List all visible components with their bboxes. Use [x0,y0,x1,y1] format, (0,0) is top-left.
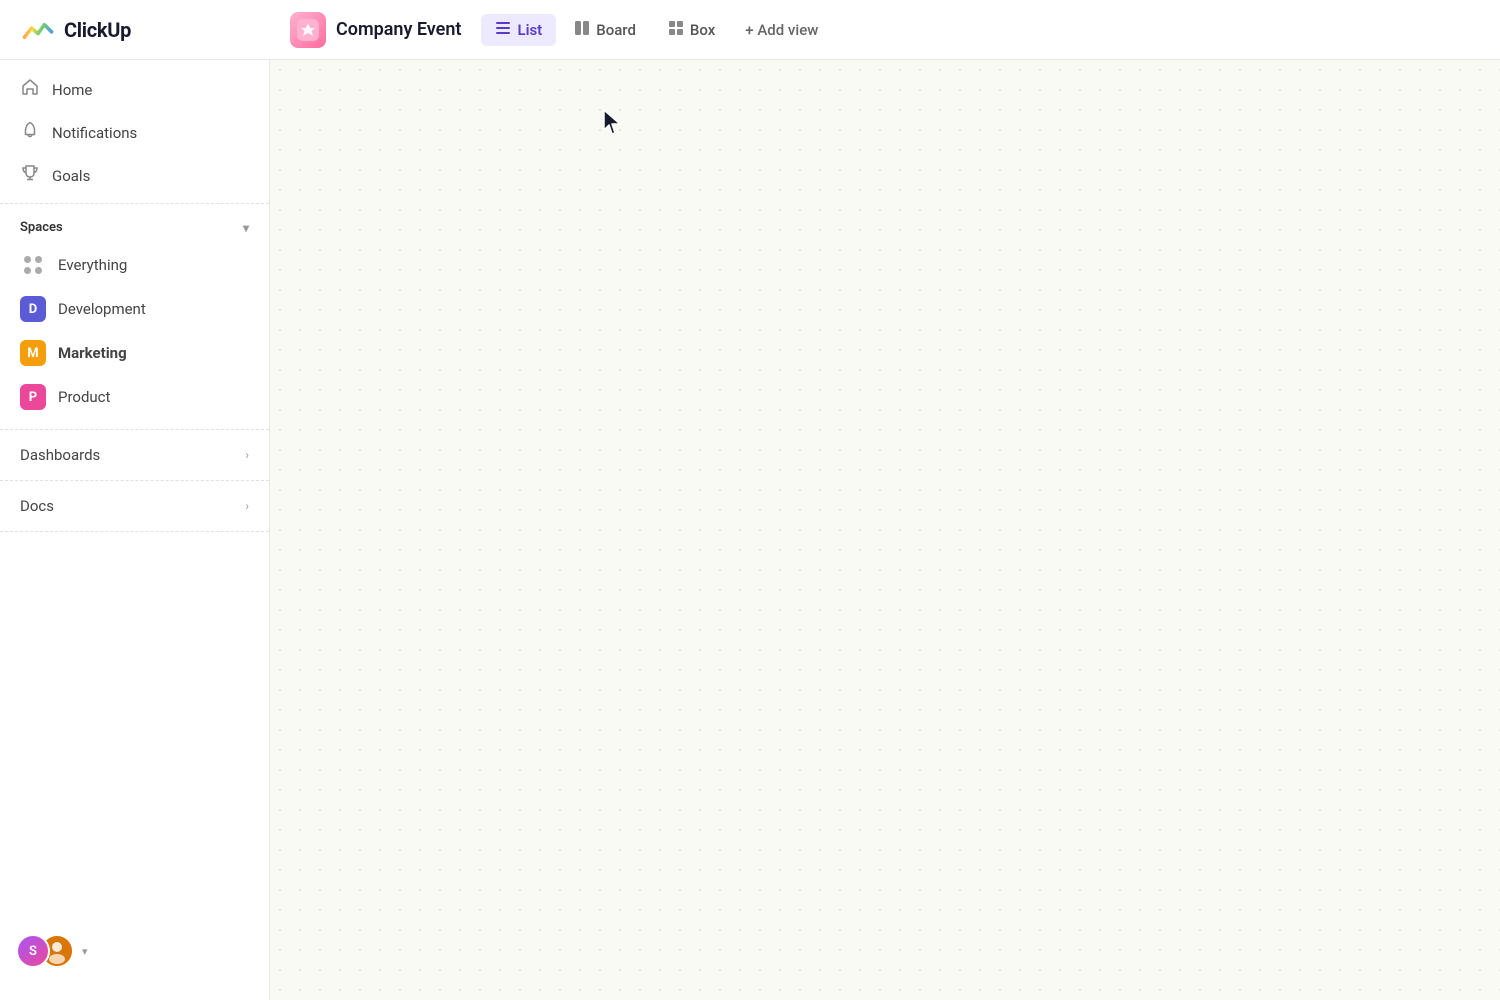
tab-board-label: Board [596,21,636,39]
sidebar-bottom[interactable]: S ▾ [0,922,269,980]
sidebar-item-goals[interactable]: Goals [0,154,269,197]
dot-4 [35,267,42,274]
sidebar-item-marketing[interactable]: M Marketing [0,331,269,375]
divider-4 [0,531,269,532]
space-product-avatar: P [20,384,46,410]
dots-grid [24,256,42,274]
app-name: ClickUp [64,18,131,42]
space-development-label: Development [58,300,146,318]
project-icon [290,12,326,48]
main-layout: Home Notifications [0,60,1500,1000]
board-icon [574,20,590,40]
project-badge: Company Event [290,12,461,48]
sidebar-item-product[interactable]: P Product [0,375,269,419]
trophy-icon [20,164,40,187]
sidebar-item-home-label: Home [52,81,92,99]
box-icon [668,20,684,40]
space-marketing-label: Marketing [58,344,127,362]
tab-list[interactable]: List [481,14,556,46]
sidebar-item-dashboards[interactable]: Dashboards › [0,436,269,474]
user-avatar-primary: S [16,934,50,968]
everything-icon [20,252,46,278]
divider-1 [0,203,269,204]
dot-2 [35,256,42,263]
top-header: ClickUp Company Event [0,0,1500,60]
sidebar-item-goals-label: Goals [52,167,90,185]
space-product-label: Product [58,388,110,406]
divider-3 [0,480,269,481]
header-nav: Company Event List Board [290,12,1480,48]
docs-label: Docs [20,497,54,515]
tab-board[interactable]: Board [560,14,650,46]
sidebar-item-home[interactable]: Home [0,68,269,111]
sidebar-item-everything[interactable]: Everything [0,243,269,287]
dot-3 [24,267,31,274]
dashboards-arrow: › [245,448,249,462]
sidebar-item-docs[interactable]: Docs › [0,487,269,525]
sidebar-item-notifications[interactable]: Notifications [0,111,269,154]
space-everything-label: Everything [58,256,127,274]
dashboards-label: Dashboards [20,446,100,464]
project-name: Company Event [336,19,461,40]
spaces-list: Everything D Development M Marketing P P… [0,239,269,423]
docs-arrow: › [245,499,249,513]
logo-area: ClickUp [20,12,290,48]
spaces-section-header[interactable]: Spaces ▾ [0,210,269,239]
user-dropdown-arrow: ▾ [82,945,88,958]
spaces-label: Spaces [20,220,63,235]
sidebar-item-development[interactable]: D Development [0,287,269,331]
content-area [270,60,1500,1000]
mouse-cursor [602,108,626,140]
list-icon [495,20,511,40]
sidebar: Home Notifications [0,60,270,1000]
dot-1 [24,256,31,263]
add-view-button[interactable]: + Add view [733,15,830,45]
sidebar-item-notifications-label: Notifications [52,124,137,142]
space-development-avatar: D [20,296,46,322]
space-marketing-avatar: M [20,340,46,366]
clickup-logo-icon [20,12,56,48]
add-view-label: + Add view [745,21,818,39]
divider-2 [0,429,269,430]
tab-list-label: List [517,21,542,39]
home-icon [20,78,40,101]
bell-icon [20,121,40,144]
tab-box[interactable]: Box [654,14,729,46]
spaces-collapse-arrow: ▾ [243,221,249,235]
tab-box-label: Box [690,21,715,39]
user-avatars: S [16,934,74,968]
